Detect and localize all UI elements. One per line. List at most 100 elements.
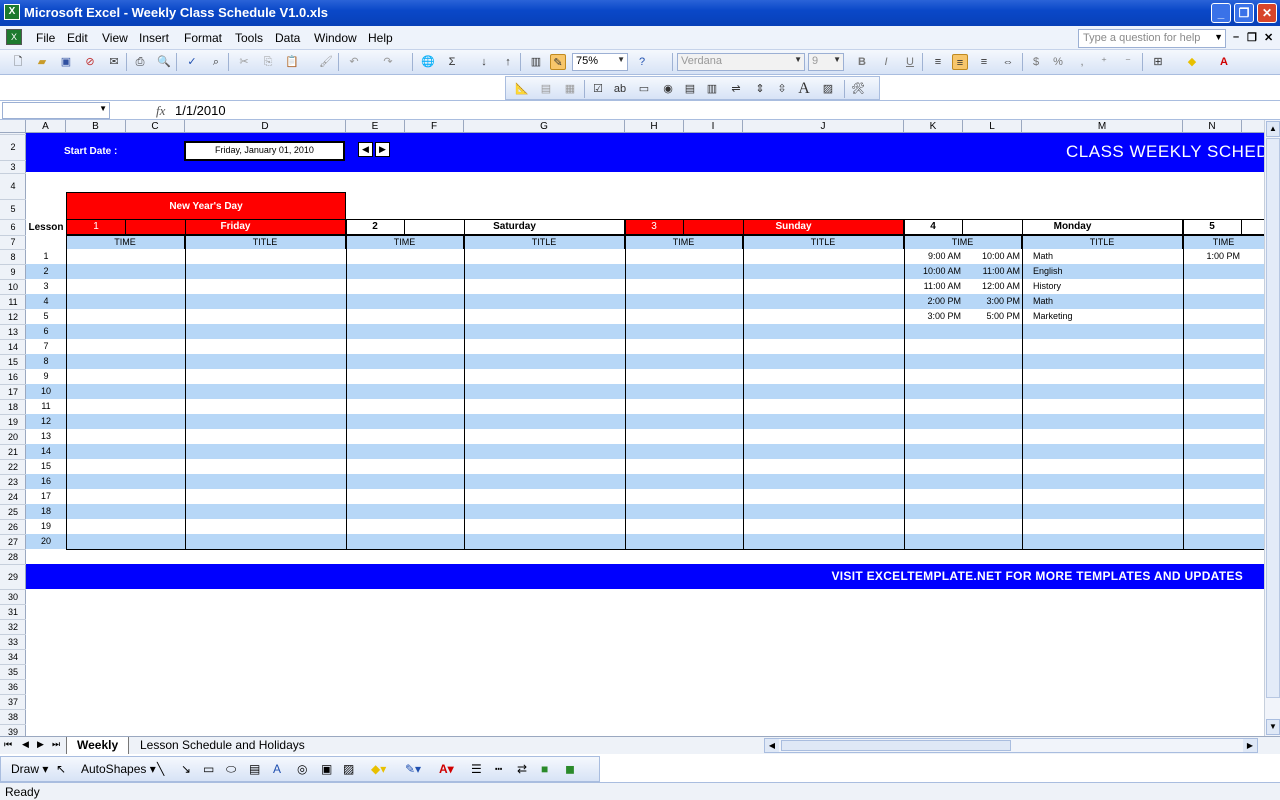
row-header[interactable]: 39 — [0, 725, 26, 736]
row-header[interactable]: 11 — [0, 295, 26, 310]
more-controls-icon[interactable]: 🛠 — [850, 81, 866, 97]
select-all-corner[interactable] — [0, 120, 26, 133]
name-box[interactable]: ▼ — [2, 102, 110, 119]
column-header[interactable]: H — [625, 120, 684, 133]
workbook-minimize-button[interactable]: – — [1233, 31, 1239, 43]
increase-decimal-icon[interactable]: ⁺ — [1096, 54, 1112, 70]
class-title[interactable]: History — [1033, 279, 1061, 294]
formula-input[interactable]: 1/1/2010 — [175, 103, 226, 118]
day-name[interactable] — [1241, 219, 1264, 235]
last-sheet-icon[interactable]: ⏭ — [52, 739, 60, 750]
start-time[interactable]: 10:00 AM — [904, 264, 961, 279]
column-header[interactable] — [1242, 120, 1264, 133]
drawing-icon[interactable]: ✎ — [550, 54, 566, 70]
column-header[interactable]: D — [185, 120, 346, 133]
row-header[interactable]: 15 — [0, 355, 26, 370]
restore-button[interactable]: ❐ — [1234, 3, 1254, 23]
class-title[interactable]: Math — [1033, 294, 1053, 309]
holiday-banner[interactable]: New Year's Day — [66, 192, 346, 220]
menu-insert[interactable]: Insert — [139, 31, 169, 45]
row-header[interactable]: 27 — [0, 535, 26, 550]
row-header[interactable]: 38 — [0, 710, 26, 725]
lesson-number[interactable]: 19 — [26, 519, 66, 534]
day-number[interactable]: 3 — [624, 219, 684, 235]
row-header[interactable]: 37 — [0, 695, 26, 710]
day-name[interactable]: Saturday — [404, 219, 625, 235]
lesson-number[interactable]: 14 — [26, 444, 66, 459]
tab-weekly[interactable]: Weekly — [66, 737, 130, 754]
row-header[interactable]: 21 — [0, 445, 26, 460]
comma-icon[interactable]: , — [1074, 54, 1090, 70]
row-header[interactable]: 13 — [0, 325, 26, 340]
row-header[interactable]: 26 — [0, 520, 26, 535]
row-header[interactable]: 29 — [0, 565, 26, 590]
font-color-icon[interactable]: A — [1216, 54, 1232, 70]
scroll-down-icon[interactable]: ▼ — [1266, 719, 1280, 735]
row-header[interactable]: 34 — [0, 650, 26, 665]
menu-data[interactable]: Data — [275, 31, 300, 45]
lesson-number[interactable]: 10 — [26, 384, 66, 399]
menu-tools[interactable]: Tools — [235, 31, 263, 45]
vertical-scrollbar[interactable]: ▲ ▼ — [1264, 120, 1280, 736]
new-icon[interactable]: 🗋 — [10, 54, 26, 70]
scroll-thumb[interactable] — [781, 740, 1011, 751]
row-header[interactable]: 24 — [0, 490, 26, 505]
menu-help[interactable]: Help — [368, 31, 393, 45]
cut-icon[interactable]: ✂ — [236, 54, 252, 70]
first-sheet-icon[interactable]: ⏮ — [4, 739, 12, 750]
textbox-icon[interactable]: ▤ — [249, 762, 260, 776]
decrease-decimal-icon[interactable]: ⁻ — [1120, 54, 1136, 70]
end-time[interactable]: 11:00 AM — [963, 264, 1020, 279]
day-number[interactable]: 2 — [345, 219, 405, 235]
lesson-number[interactable]: 1 — [26, 249, 66, 264]
menu-window[interactable]: Window — [314, 31, 357, 45]
excel-icon[interactable]: X — [4, 4, 20, 20]
row-header[interactable]: 22 — [0, 460, 26, 475]
arrow-style-icon[interactable]: ⇄ — [517, 762, 527, 776]
row-header[interactable]: 3 — [0, 161, 26, 174]
start-time[interactable]: 1:00 PM — [1183, 249, 1240, 264]
worksheet-grid[interactable]: A B C D E F G H I J K L M N 123456789101… — [0, 120, 1264, 736]
textbox-control-icon[interactable]: ab — [612, 81, 628, 97]
row-header[interactable]: 32 — [0, 620, 26, 635]
lesson-number[interactable]: 3 — [26, 279, 66, 294]
day-name[interactable]: Sunday — [683, 219, 904, 235]
font-size-select[interactable]: 9 ▼ — [808, 53, 844, 71]
lesson-number[interactable]: 2 — [26, 264, 66, 279]
align-center-icon[interactable]: ≡ — [952, 54, 968, 70]
minimize-button[interactable]: _ — [1211, 3, 1231, 23]
open-icon[interactable]: ▰ — [34, 54, 50, 70]
row-header[interactable]: 25 — [0, 505, 26, 520]
toggle-button-icon[interactable]: ⇌ — [728, 81, 744, 97]
sort-descending-icon[interactable]: ↑ — [500, 54, 516, 70]
autoshapes-menu-button[interactable]: AutoShapes ▾ — [81, 762, 156, 776]
row-header[interactable]: 19 — [0, 415, 26, 430]
properties-icon[interactable]: ▤ — [538, 81, 554, 97]
close-button[interactable]: ✕ — [1257, 3, 1277, 23]
lesson-number[interactable]: 4 — [26, 294, 66, 309]
italic-icon[interactable]: I — [878, 54, 894, 70]
column-header[interactable]: L — [963, 120, 1022, 133]
row-header[interactable]: 9 — [0, 265, 26, 280]
row-header[interactable]: 20 — [0, 430, 26, 445]
day-number[interactable]: 1 — [66, 219, 126, 235]
button-control-icon[interactable]: ▭ — [636, 81, 652, 97]
next-week-button[interactable]: ▶ — [375, 142, 390, 157]
row-header[interactable]: 4 — [0, 174, 26, 200]
permission-icon[interactable]: ⊘ — [82, 54, 98, 70]
dash-style-icon[interactable]: ┅ — [495, 762, 502, 776]
column-header[interactable]: J — [743, 120, 904, 133]
day-name[interactable]: Friday — [125, 219, 346, 235]
row-header[interactable]: 17 — [0, 385, 26, 400]
diagram-icon[interactable]: ◎ — [297, 762, 307, 776]
lesson-number[interactable]: 6 — [26, 324, 66, 339]
scrollbar-control-icon[interactable]: ⇳ — [774, 81, 790, 97]
end-time[interactable]: 12:00 AM — [963, 279, 1020, 294]
paste-icon[interactable]: 📋 — [284, 54, 300, 70]
sort-ascending-icon[interactable]: ↓ — [476, 54, 492, 70]
row-header[interactable]: 30 — [0, 590, 26, 605]
spin-button-icon[interactable]: ⇕ — [752, 81, 768, 97]
line-style-icon[interactable]: ☰ — [471, 762, 482, 776]
scroll-right-icon[interactable]: ▶ — [1243, 739, 1257, 752]
combobox-control-icon[interactable]: ▥ — [704, 81, 720, 97]
